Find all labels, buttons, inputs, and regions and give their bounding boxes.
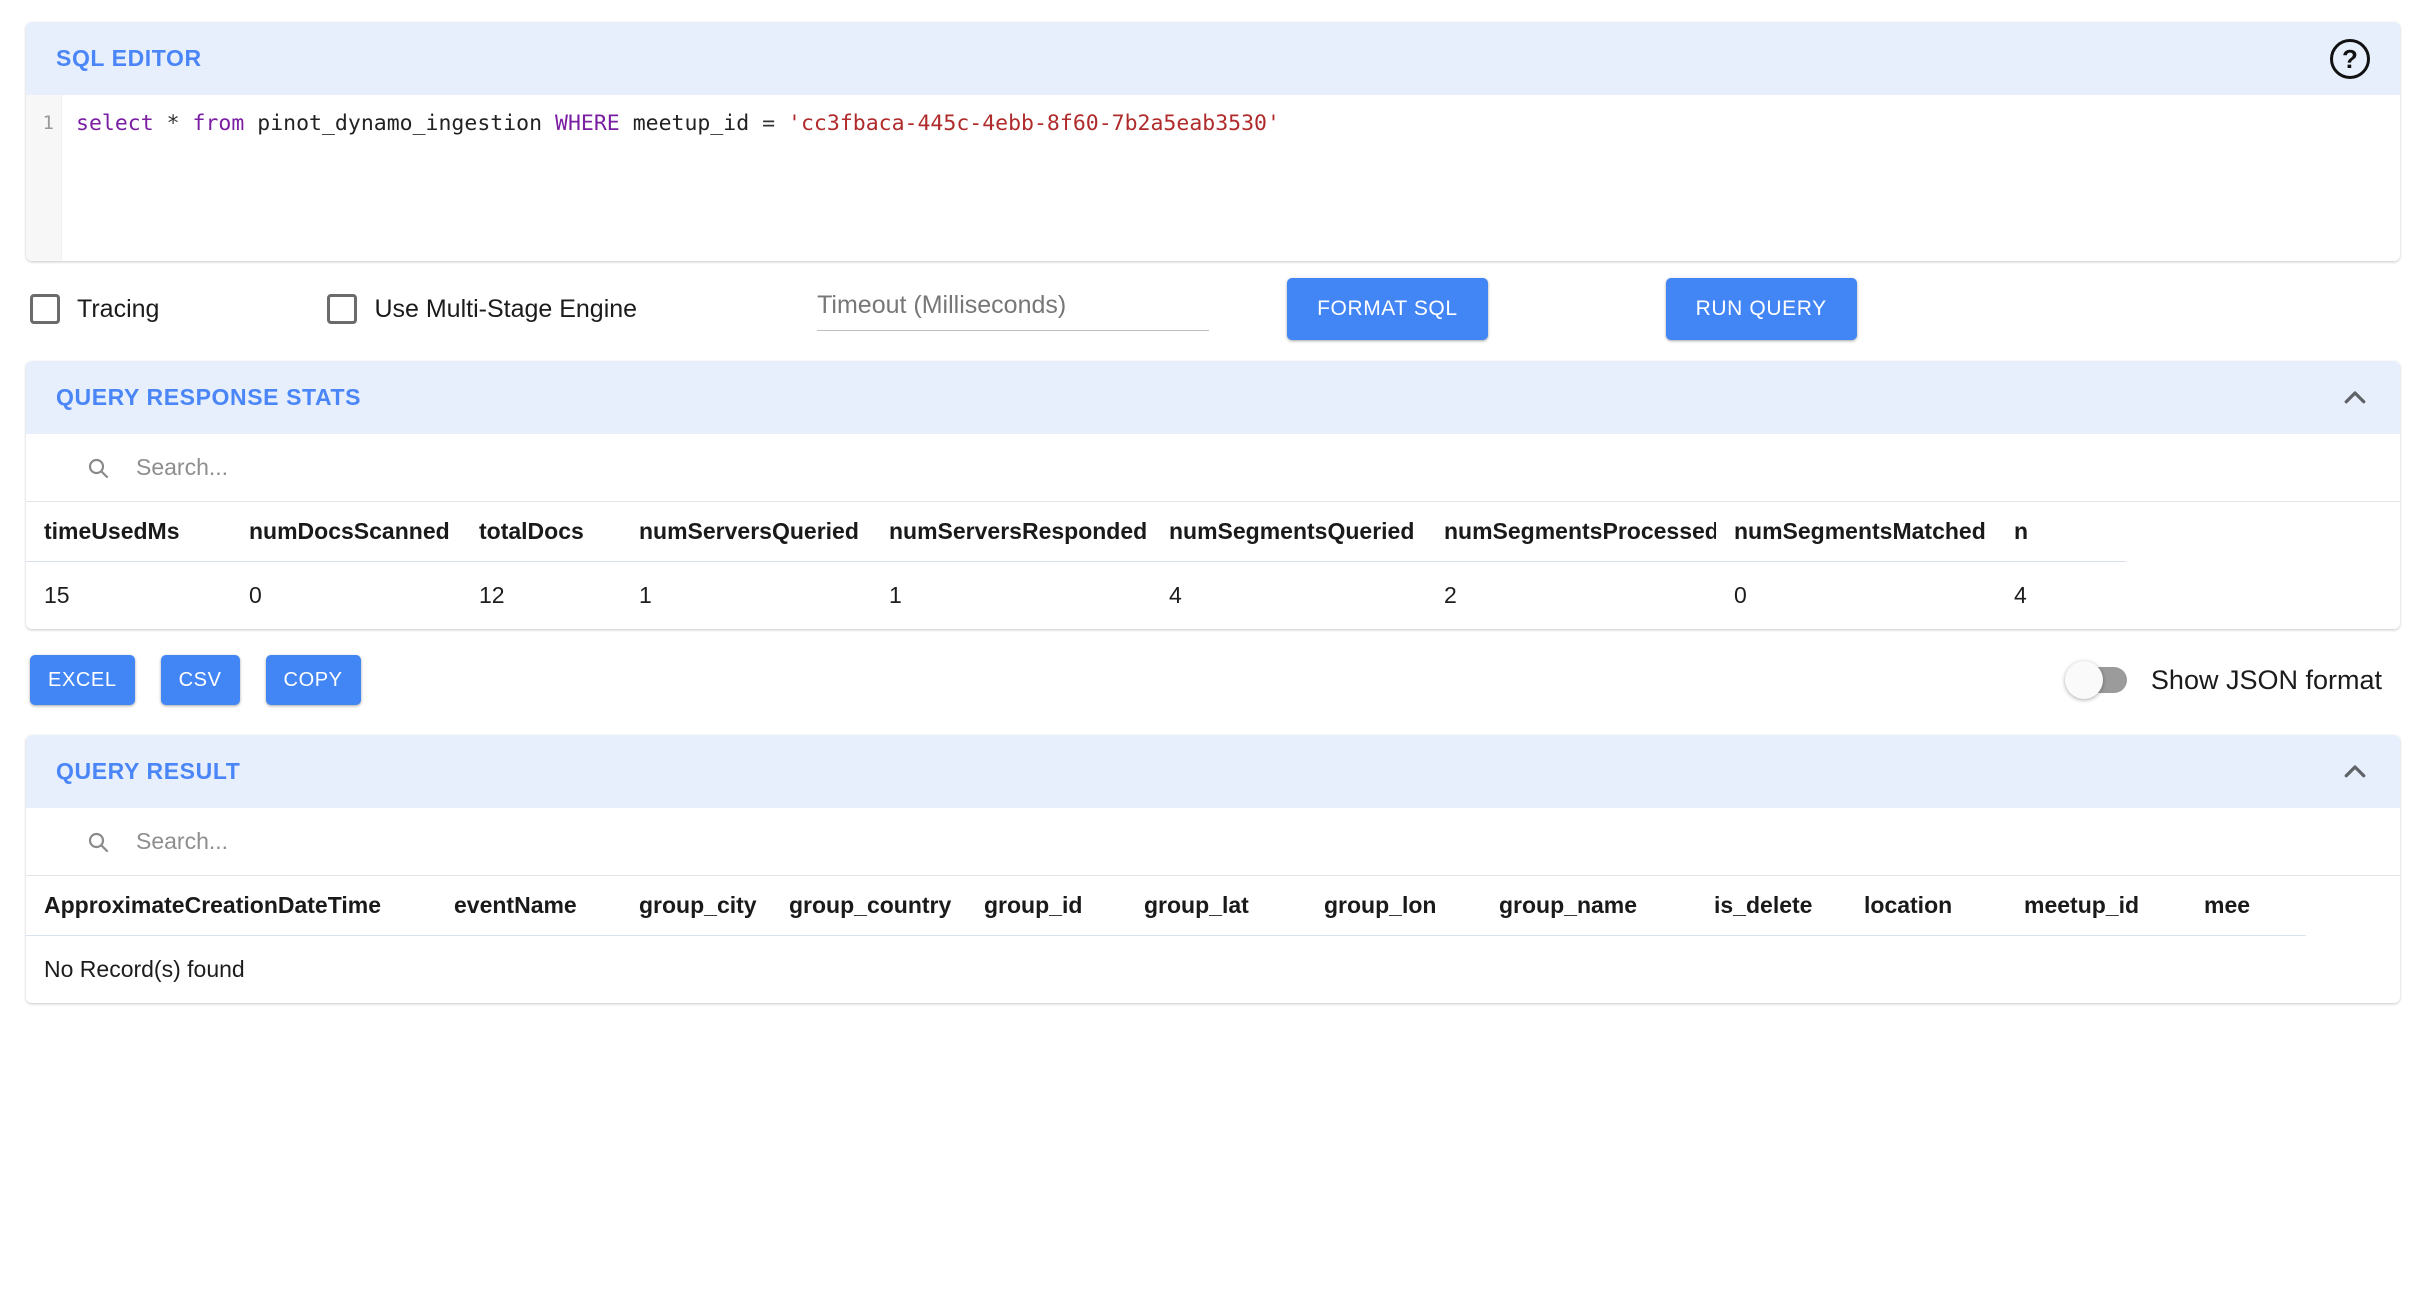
result-column-header[interactable]: group_city — [621, 876, 771, 936]
csv-export-button[interactable]: CSV — [160, 655, 240, 705]
result-column-header[interactable]: group_id — [966, 876, 1126, 936]
help-circle-icon[interactable]: ? — [2330, 38, 2370, 79]
sql-space-5 — [620, 111, 633, 136]
stats-table-head: timeUsedMs numDocsScanned totalDocs numServ… — [26, 502, 2126, 562]
editor-line-number: 1 — [26, 95, 62, 261]
query-result-title: QUERY RESULT — [56, 758, 241, 784]
sql-token-equals: = — [762, 111, 776, 136]
result-column-header[interactable]: group_name — [1481, 876, 1696, 936]
timeout-input[interactable] — [817, 287, 1210, 331]
stats-column-header[interactable]: n — [1996, 502, 2126, 562]
stats-cell: 2 — [1444, 582, 1457, 608]
export-row: EXCEL CSV COPY Show JSON format — [26, 629, 2400, 731]
stats-cell: 4 — [1169, 582, 1182, 608]
multistage-label: Use Multi-Stage Engine — [374, 294, 638, 323]
result-column-header[interactable]: is_delete — [1696, 876, 1846, 936]
stats-header-row: timeUsedMs numDocsScanned totalDocs numServ… — [26, 502, 2126, 562]
result-search-row[interactable] — [26, 808, 2400, 876]
sql-editor-body[interactable]: 1 select * from pinot_dynamo_ingestion W… — [26, 95, 2400, 261]
sql-token-column: meetup_id — [632, 111, 750, 136]
sql-token-from: from — [192, 111, 245, 136]
result-column-header[interactable]: group_lon — [1306, 876, 1481, 936]
chevron-up-icon[interactable] — [2340, 383, 2370, 413]
stats-cell: 1 — [889, 582, 902, 608]
stats-cell: 0 — [249, 582, 262, 608]
no-records-message: No Record(s) found — [44, 956, 245, 982]
stats-table-body: 15 0 12 1 1 4 2 0 4 — [26, 562, 2126, 630]
query-response-stats-title: QUERY RESPONSE STATS — [56, 384, 362, 410]
query-response-stats-header: QUERY RESPONSE STATS — [26, 361, 2400, 434]
toggle-knob[interactable] — [2064, 661, 2103, 699]
sql-editor-title: SQL EDITOR — [56, 45, 202, 71]
stats-cell: 1 — [639, 582, 652, 608]
copy-button[interactable]: COPY — [265, 655, 361, 705]
query-result-card: QUERY RESULT ApproximateCreationDateTime… — [26, 735, 2400, 1003]
chevron-up-icon[interactable] — [2340, 757, 2370, 787]
stats-column-header[interactable]: numSegmentsMatched — [1716, 502, 1996, 562]
search-icon — [86, 456, 110, 480]
stats-cell: 0 — [1734, 582, 1747, 608]
result-search-input[interactable] — [134, 827, 634, 856]
search-icon — [86, 830, 110, 854]
excel-export-button[interactable]: EXCEL — [30, 655, 135, 705]
sql-token-where: WHERE — [555, 111, 620, 136]
stats-search-input[interactable] — [134, 453, 634, 482]
sql-space-2 — [180, 111, 193, 136]
result-column-header[interactable]: mee — [2186, 876, 2306, 936]
result-table-body: No Record(s) found — [26, 936, 2306, 1004]
sql-space-4 — [542, 111, 555, 136]
stats-table-scroll[interactable]: timeUsedMs numDocsScanned totalDocs numServ… — [26, 502, 2400, 629]
stats-cell: 12 — [479, 582, 505, 608]
query-response-stats-table: timeUsedMs numDocsScanned totalDocs numServ… — [26, 502, 2126, 629]
sql-token-value: 'cc3fbaca-445c-4ebb-8f60-7b2a5eab3530' — [788, 111, 1280, 136]
result-column-header[interactable]: group_lat — [1126, 876, 1306, 936]
sql-space-7 — [775, 111, 788, 136]
query-result-table: ApproximateCreationDateTime eventName grou… — [26, 876, 2306, 1003]
table-row: 15 0 12 1 1 4 2 0 4 — [26, 562, 2126, 630]
query-console-page: SQL EDITOR ? 1 select * from pinot_dynam… — [0, 22, 2426, 1314]
toggle-track[interactable] — [2064, 661, 2127, 699]
sql-space-1 — [154, 111, 167, 136]
query-controls-row: Tracing Use Multi-Stage Engine FORMAT SQ… — [26, 261, 2400, 357]
stats-column-header[interactable]: totalDocs — [461, 502, 621, 562]
stats-cell: 15 — [44, 582, 70, 608]
result-column-header[interactable]: location — [1846, 876, 2006, 936]
empty-state-row: No Record(s) found — [26, 936, 2306, 1004]
stats-column-header[interactable]: numServersResponded — [871, 502, 1151, 562]
stats-column-header[interactable]: numServersQueried — [621, 502, 871, 562]
show-json-format-toggle[interactable]: Show JSON format — [2064, 661, 2382, 699]
sql-space-6 — [749, 111, 762, 136]
result-column-header[interactable]: meetup_id — [2006, 876, 2186, 936]
result-column-header[interactable]: group_country — [771, 876, 966, 936]
sql-editor-header: SQL EDITOR ? — [26, 22, 2400, 95]
sql-token-select: select — [76, 111, 154, 136]
sql-token-star: * — [166, 111, 180, 136]
stats-column-header[interactable]: numSegmentsProcessed — [1426, 502, 1716, 562]
sql-space-3 — [244, 111, 257, 136]
result-table-scroll[interactable]: ApproximateCreationDateTime eventName grou… — [26, 876, 2400, 1003]
multistage-checkbox-box[interactable] — [327, 294, 358, 324]
tracing-label: Tracing — [77, 294, 160, 323]
tracing-checkbox-box[interactable] — [30, 294, 60, 324]
stats-search-row[interactable] — [26, 434, 2400, 502]
query-response-stats-card: QUERY RESPONSE STATS timeUsedMsnumDocsSc… — [26, 361, 2400, 629]
format-sql-button[interactable]: FORMAT SQL — [1287, 278, 1488, 340]
result-column-header[interactable]: eventName — [436, 876, 621, 936]
stats-cell: 4 — [2014, 582, 2027, 608]
result-table-head: ApproximateCreationDateTime eventName grou… — [26, 876, 2306, 936]
sql-token-table: pinot_dynamo_ingestion — [257, 111, 543, 136]
multistage-checkbox[interactable]: Use Multi-Stage Engine — [327, 294, 637, 324]
tracing-checkbox[interactable]: Tracing — [30, 294, 159, 324]
stats-column-header[interactable]: numDocsScanned — [231, 502, 461, 562]
result-header-row: ApproximateCreationDateTime eventName grou… — [26, 876, 2306, 936]
stats-column-header[interactable]: numSegmentsQueried — [1151, 502, 1426, 562]
query-result-header: QUERY RESULT — [26, 735, 2400, 808]
result-column-header[interactable]: ApproximateCreationDateTime — [26, 876, 436, 936]
sql-query-code[interactable]: select * from pinot_dynamo_ingestion WHE… — [62, 95, 2400, 261]
sql-editor-card: SQL EDITOR ? 1 select * from pinot_dynam… — [26, 22, 2400, 261]
show-json-format-label: Show JSON format — [2150, 664, 2382, 695]
stats-column-header[interactable]: timeUsedMs — [26, 502, 231, 562]
run-query-button[interactable]: RUN QUERY — [1665, 278, 1857, 340]
